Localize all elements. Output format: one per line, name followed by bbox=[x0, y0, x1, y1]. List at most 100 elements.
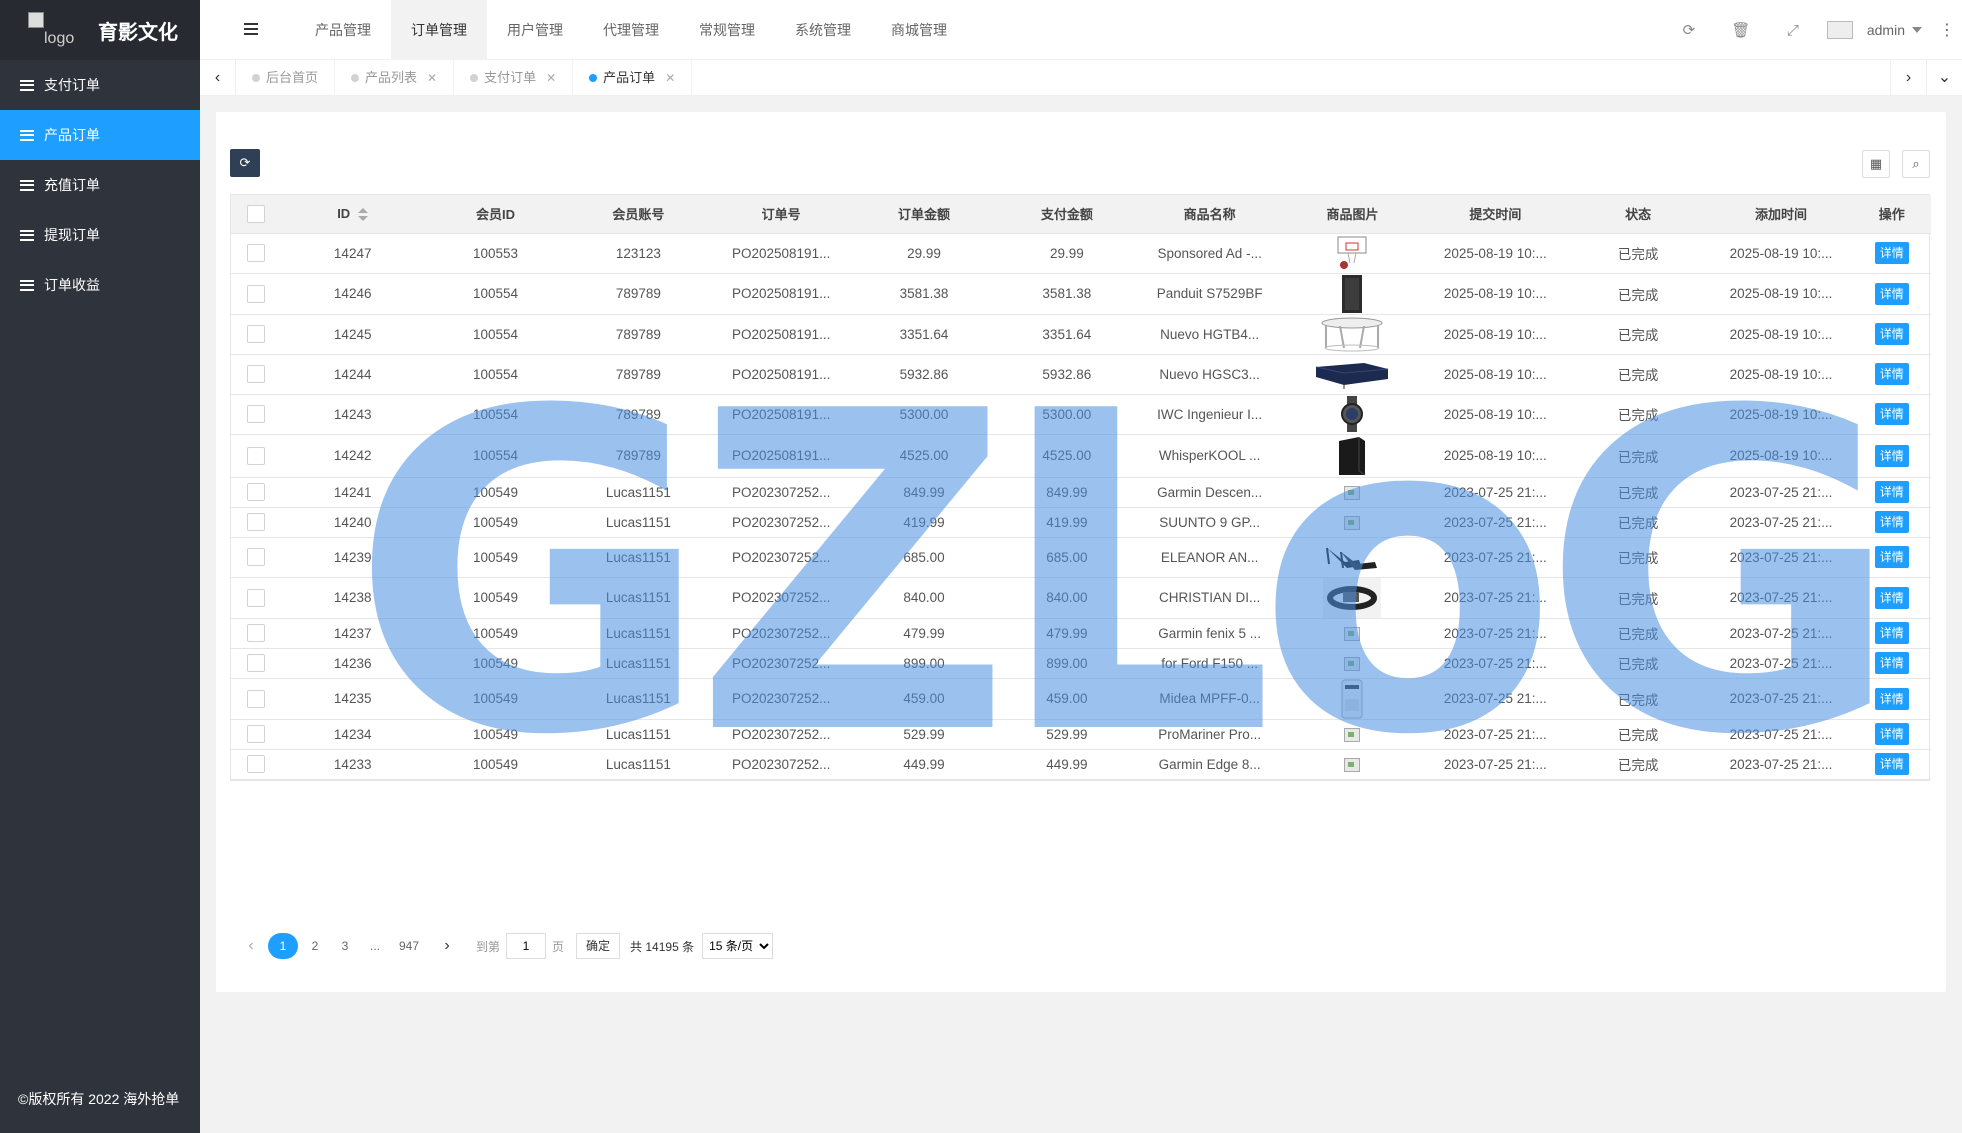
top-nav-item-3[interactable]: 用户管理 bbox=[487, 0, 583, 60]
row-checkbox[interactable] bbox=[247, 483, 266, 501]
confirm-button[interactable]: 确定 bbox=[576, 933, 621, 959]
detail-button[interactable]: 详情 bbox=[1874, 282, 1909, 305]
row-checkbox[interactable] bbox=[247, 325, 266, 343]
sidebar-item-5[interactable]: 订单收益 bbox=[0, 260, 200, 310]
top-nav-item-1[interactable]: 产品管理 bbox=[295, 0, 391, 60]
product-image bbox=[1340, 679, 1364, 718]
tab-4[interactable]: 产品订单 ✕ bbox=[573, 60, 693, 96]
prev-page-icon[interactable]: ‹ bbox=[238, 933, 264, 959]
page-2[interactable]: 2 bbox=[302, 933, 328, 959]
refresh-icon[interactable]: ⟳ bbox=[1663, 21, 1715, 39]
row-checkbox[interactable] bbox=[247, 244, 266, 262]
row-select[interactable] bbox=[231, 678, 282, 720]
detail-button[interactable]: 详情 bbox=[1874, 723, 1909, 745]
page-input[interactable] bbox=[506, 933, 547, 959]
list-icon bbox=[20, 179, 34, 191]
row-select[interactable] bbox=[231, 648, 282, 679]
sidebar-item-2[interactable]: 产品订单 bbox=[0, 110, 200, 160]
cell-actions: 详情 bbox=[1852, 719, 1931, 750]
column-header-label: ID bbox=[337, 205, 351, 221]
top-nav-item-6[interactable]: 系统管理 bbox=[775, 0, 871, 60]
tab-1[interactable]: 后台首页 bbox=[236, 60, 336, 96]
top-nav-item-5[interactable]: 常规管理 bbox=[679, 0, 775, 60]
search-icon[interactable]: ⌕ bbox=[1902, 150, 1930, 178]
row-select[interactable] bbox=[231, 354, 282, 395]
next-page-icon[interactable]: › bbox=[434, 933, 460, 959]
detail-button[interactable]: 详情 bbox=[1874, 481, 1909, 503]
row-checkbox[interactable] bbox=[247, 755, 266, 773]
row-select[interactable] bbox=[231, 537, 282, 578]
cell-amount: 529.99 bbox=[852, 719, 996, 750]
row-checkbox[interactable] bbox=[247, 725, 266, 743]
detail-button[interactable]: 详情 bbox=[1874, 586, 1909, 609]
top-nav-item-4[interactable]: 代理管理 bbox=[583, 0, 679, 60]
row-select[interactable] bbox=[231, 749, 282, 780]
table-refresh-button[interactable]: ⟳ bbox=[230, 149, 260, 177]
menu-toggle-icon[interactable] bbox=[244, 23, 258, 35]
row-select[interactable] bbox=[231, 233, 282, 274]
close-icon[interactable]: ✕ bbox=[546, 60, 556, 96]
select-all-checkbox[interactable] bbox=[247, 204, 266, 223]
cell-member-id: 100554 bbox=[424, 314, 567, 355]
row-checkbox[interactable] bbox=[247, 654, 266, 672]
detail-button[interactable]: 详情 bbox=[1874, 242, 1909, 264]
close-icon[interactable]: ✕ bbox=[427, 60, 437, 96]
tab-3[interactable]: 支付订单 ✕ bbox=[454, 60, 574, 96]
page-last[interactable]: 947 bbox=[396, 933, 422, 959]
cell-member-id: 100549 bbox=[424, 648, 567, 679]
cell-status: 已完成 bbox=[1566, 537, 1710, 578]
columns-icon[interactable]: ▦ bbox=[1862, 150, 1890, 178]
row-select[interactable] bbox=[231, 394, 282, 435]
trash-icon[interactable]: 🗑 bbox=[1715, 21, 1767, 39]
row-select[interactable] bbox=[231, 719, 282, 750]
row-select[interactable] bbox=[231, 577, 282, 619]
close-icon[interactable]: ✕ bbox=[665, 60, 675, 96]
user-menu[interactable]: admin bbox=[1826, 21, 1922, 39]
row-select[interactable] bbox=[231, 507, 282, 538]
row-select[interactable] bbox=[231, 434, 282, 478]
chevron-left-icon[interactable]: ‹ bbox=[200, 60, 236, 96]
sidebar-item-3[interactable]: 充值订单 bbox=[0, 160, 200, 210]
detail-button[interactable]: 详情 bbox=[1874, 652, 1909, 674]
row-select[interactable] bbox=[231, 477, 282, 508]
detail-button[interactable]: 详情 bbox=[1874, 403, 1909, 425]
page-1[interactable]: 1 bbox=[268, 933, 298, 959]
row-checkbox[interactable] bbox=[247, 588, 266, 607]
row-checkbox[interactable] bbox=[247, 624, 266, 642]
detail-button[interactable]: 详情 bbox=[1874, 687, 1909, 710]
chevron-right-icon[interactable]: › bbox=[1890, 60, 1926, 96]
tab-2[interactable]: 产品列表 ✕ bbox=[335, 60, 455, 96]
top-nav-item-2[interactable]: 订单管理 bbox=[391, 0, 487, 60]
product-image bbox=[1344, 484, 1361, 500]
fullscreen-icon[interactable]: ⤢ bbox=[1767, 22, 1819, 39]
page-3[interactable]: 3 bbox=[332, 933, 358, 959]
more-icon[interactable]: ⋮ bbox=[1932, 20, 1962, 40]
page-size-select[interactable]: 15 条/页 bbox=[702, 933, 774, 959]
detail-button[interactable]: 详情 bbox=[1874, 546, 1909, 568]
column-header-1[interactable]: ID bbox=[281, 195, 425, 234]
detail-button[interactable]: 详情 bbox=[1874, 363, 1909, 385]
detail-button[interactable]: 详情 bbox=[1874, 323, 1909, 345]
detail-button[interactable]: 详情 bbox=[1874, 511, 1909, 533]
row-checkbox[interactable] bbox=[247, 548, 266, 566]
row-checkbox[interactable] bbox=[247, 513, 266, 531]
sidebar-item-4[interactable]: 提现订单 bbox=[0, 210, 200, 260]
sidebar-item-1[interactable]: 支付订单 bbox=[0, 60, 200, 110]
row-select[interactable] bbox=[231, 273, 282, 315]
row-select[interactable] bbox=[231, 618, 282, 649]
detail-button[interactable]: 详情 bbox=[1874, 444, 1909, 467]
row-checkbox[interactable] bbox=[247, 365, 266, 383]
sort-icon[interactable] bbox=[358, 207, 369, 222]
select-all[interactable] bbox=[231, 195, 282, 234]
row-checkbox[interactable] bbox=[247, 284, 266, 303]
detail-button[interactable]: 详情 bbox=[1874, 622, 1909, 644]
cell-amount: 4525.00 bbox=[852, 434, 996, 478]
cell-paid: 685.00 bbox=[995, 537, 1139, 578]
row-checkbox[interactable] bbox=[247, 689, 266, 708]
row-checkbox[interactable] bbox=[247, 446, 266, 465]
row-checkbox[interactable] bbox=[247, 405, 266, 423]
chevron-down-icon[interactable]: ⌄ bbox=[1926, 60, 1962, 96]
row-select[interactable] bbox=[231, 314, 282, 355]
detail-button[interactable]: 详情 bbox=[1874, 753, 1909, 775]
top-nav-item-7[interactable]: 商城管理 bbox=[871, 0, 967, 60]
